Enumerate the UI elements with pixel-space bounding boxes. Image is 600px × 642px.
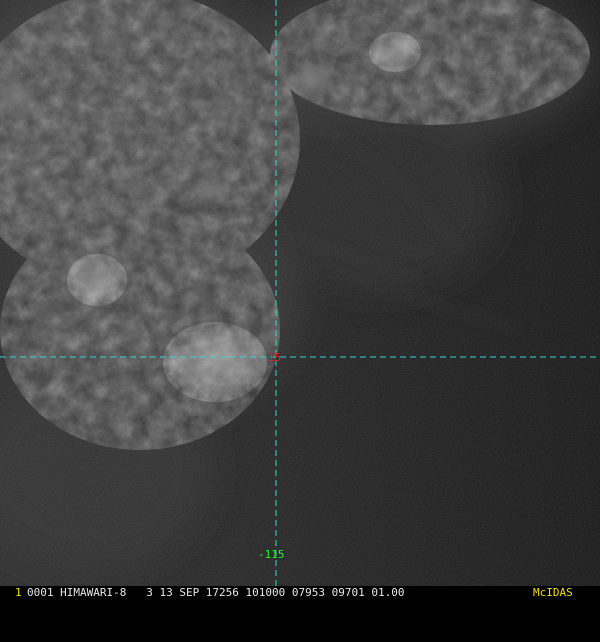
mcidas-brand: McIDAS <box>533 586 573 599</box>
satellite-viewport[interactable]: 15 -115 <box>0 0 600 600</box>
image-metadata-text: 0001 HIMAWARI-8 3 13 SEP 17256 101000 07… <box>27 586 405 599</box>
latitude-label: 15 <box>268 351 282 364</box>
satellite-image <box>0 0 600 586</box>
status-bar: 1 0001 HIMAWARI-8 3 13 SEP 17256 101000 … <box>0 586 600 600</box>
frame-number: 1 <box>15 586 22 599</box>
longitude-label: -115 <box>258 548 285 561</box>
